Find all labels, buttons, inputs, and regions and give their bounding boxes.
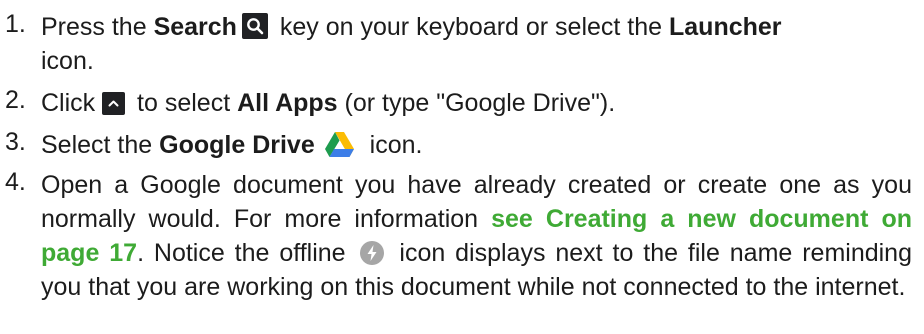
step-text: Click to select All Apps (or type "Googl…	[41, 89, 616, 117]
offline-bolt-icon	[360, 241, 385, 265]
step-number: 3.	[5, 128, 26, 156]
step-number: 1.	[5, 10, 26, 38]
all-apps-label: All Apps	[237, 89, 338, 117]
step-number: 4.	[5, 168, 26, 196]
step-text: Press the Search key on your keyboard or…	[41, 13, 782, 75]
google-drive-label: Google Drive	[159, 131, 315, 159]
step-text: Select the Google Drive icon.	[41, 131, 423, 159]
google-drive-icon	[324, 132, 354, 157]
search-key-label: Search	[153, 13, 237, 41]
step-text: Open a Google document you have already …	[41, 171, 913, 301]
launcher-up-arrow-icon	[102, 92, 126, 115]
search-key-icon	[241, 13, 268, 39]
launcher-label: Launcher	[669, 13, 782, 41]
step-number: 2.	[5, 86, 26, 114]
